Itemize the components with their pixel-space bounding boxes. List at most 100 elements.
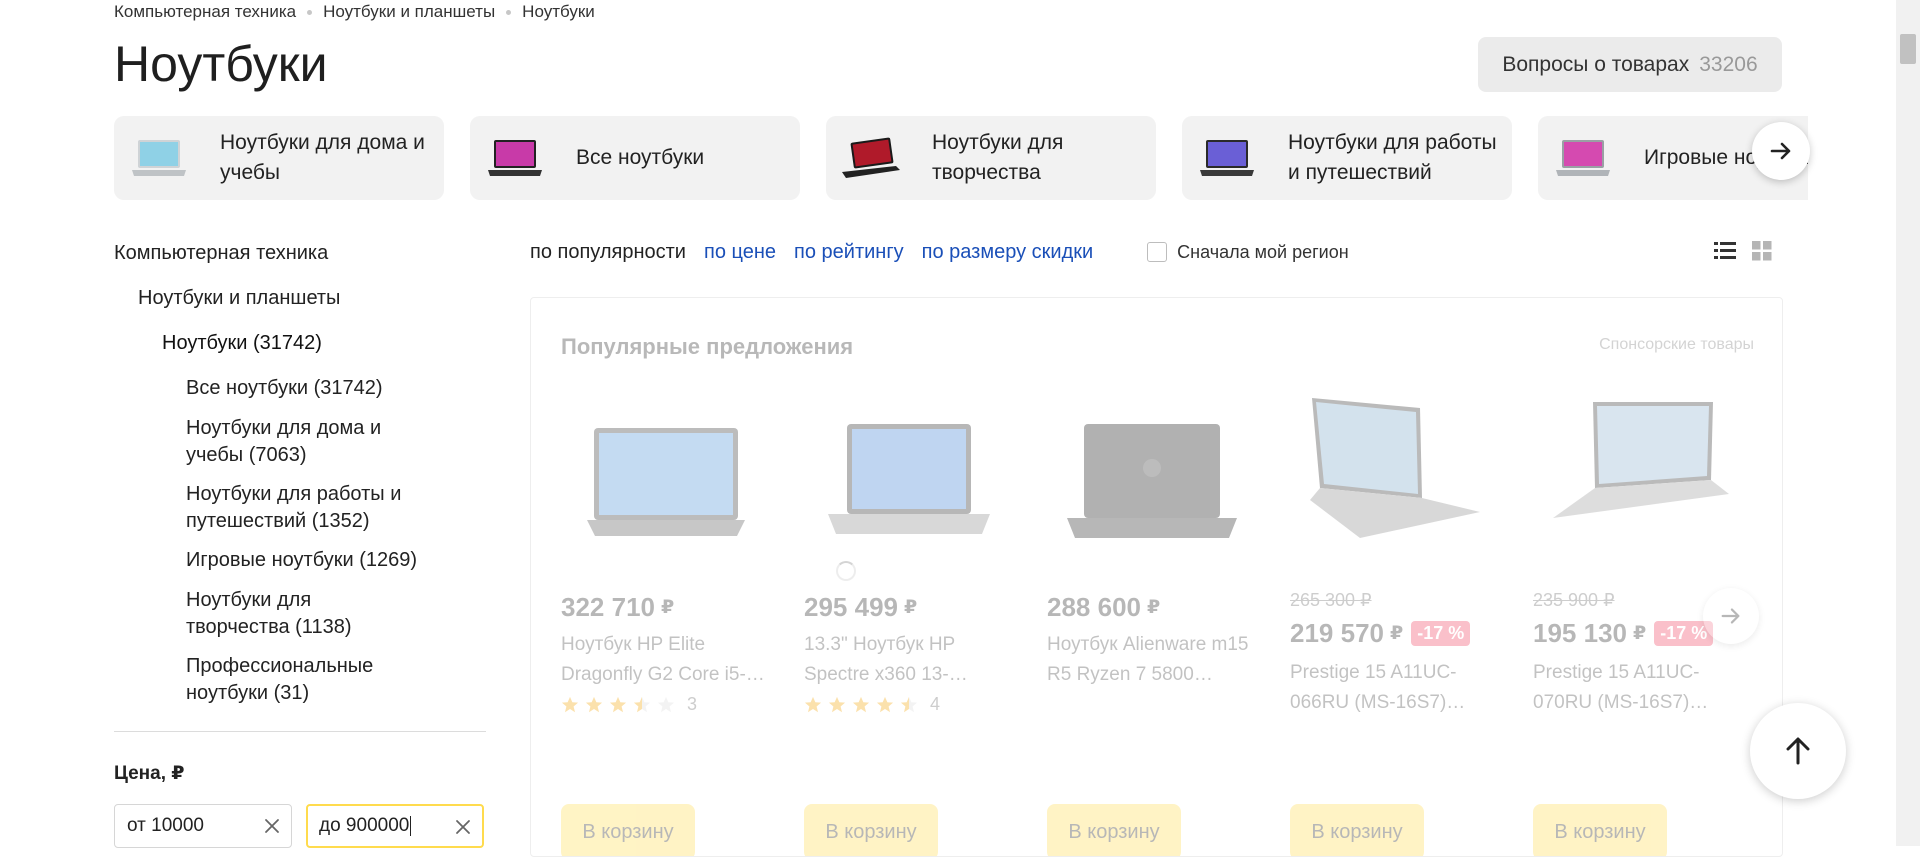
sidebar-category-link[interactable]: Ноутбуки для творчества (1138) [186,587,351,641]
list-view-icon[interactable] [1714,240,1736,262]
add-to-cart-button[interactable]: В корзину [1290,804,1424,856]
product-price: 295 499 ₽ [804,592,917,623]
product-price-value: 195 130 [1533,618,1627,648]
tiles-next-button[interactable] [1752,122,1810,180]
sidebar-category-link[interactable]: Ноутбуки для дома и учебы (7063) [186,415,381,469]
category-tile-label: Ноутбуки для работы и путешествий [1288,131,1497,184]
currency-sign: ₽ [1146,597,1161,618]
product-questions-button[interactable]: Вопросы о товарах 33206 [1478,37,1782,92]
add-to-cart-button[interactable]: В корзину [1533,804,1667,856]
scroll-to-top-button[interactable] [1750,703,1846,799]
product-card[interactable]: 295 499 ₽ 13.3" Ноутбук HP Spectre x360 1… [804,388,1024,856]
star-filled-icon [852,696,870,712]
sidebar-category-link[interactable]: Ноутбуки для работы и путешествий (1352) [186,481,401,535]
sidebar-category-line: Ноутбуки для работы и [186,483,402,505]
sort-bar: по популярности по цене по рейтингу по р… [530,237,1349,267]
clear-icon[interactable] [454,818,472,836]
sort-by-rating[interactable]: по рейтингу [794,241,904,264]
currency-sign: ₽ [903,597,918,618]
loading-spinner [836,561,856,581]
sidebar-category-link[interactable]: Игровые ноутбуки (1269) [186,547,417,574]
discount-badge: -17 % [1411,621,1471,646]
category-tile-text: Ноутбуки для творчества [932,131,1064,184]
product-questions-label: Вопросы о товарах [1502,52,1690,76]
arrow-right-icon [1721,608,1740,624]
add-to-cart-button[interactable]: В корзину [1047,804,1181,856]
add-to-cart-button[interactable]: В корзину [804,804,938,856]
sidebar-category-current[interactable]: Ноутбуки (31742) [162,330,322,357]
currency-sign: ₽ [1389,623,1404,644]
my-region-first-label: Сначала мой регион [1177,241,1349,262]
sidebar-category-link[interactable]: Все ноутбуки (31742) [186,375,383,402]
my-region-first-checkbox[interactable]: Сначала мой регион [1147,242,1349,263]
currency-sign: ₽ [660,597,675,618]
price-to-input[interactable]: до 900000 [306,804,484,848]
popular-offers-title: Популярные предложения [561,334,854,359]
category-tile-label: Ноутбуки для творчества [932,128,1156,188]
product-name[interactable]: 13.3" Ноутбук HP Spectre x360 13-… [804,630,1024,690]
product-name[interactable]: Ноутбук Alienware m15 R5 Ryzen 7 5800… [1047,630,1267,690]
sidebar-category-link[interactable]: Ноутбуки и планшеты [138,285,340,312]
sort-by-price[interactable]: по цене [704,241,776,264]
sidebar-category-link[interactable]: Компьютерная техника [114,240,328,267]
laptop-thumbnail [1200,140,1254,176]
sponsored-label: Спонсорские товары [1599,336,1754,353]
product-card[interactable]: 265 300 ₽ 219 570 ₽ -17 % Prestige 15 A11U… [1290,388,1510,856]
star-empty-icon [657,696,675,712]
star-filled-icon [876,696,894,712]
currency-sign: ₽ [1632,623,1647,644]
product-card[interactable]: 288 600 ₽ Ноутбук Alienware m15 R5 Ryzen … [1047,388,1267,856]
category-tile-label: Все ноутбуки [576,146,705,169]
sidebar-category-link[interactable]: Профессиональные ноутбуки (31) [186,653,373,707]
scrollbar-thumb[interactable] [1900,34,1916,64]
star-filled-icon [609,696,627,712]
breadcrumb: Компьютерная техника Ноутбуки и планшеты… [114,2,595,22]
sidebar-category-line: путешествий (1352) [186,510,370,532]
sort-by-popularity[interactable]: по популярности [530,241,686,264]
page-title: Ноутбуки [114,36,328,92]
product-image [1310,398,1480,538]
sort-by-discount[interactable]: по размеру скидки [922,241,1094,264]
price-from-value: от 10000 [127,815,204,836]
product-price: 195 130 ₽ -17 % [1533,618,1714,649]
price-from-input[interactable]: от 10000 [114,804,292,848]
breadcrumb-separator [506,9,512,15]
breadcrumb-item[interactable]: Компьютерная техника [114,2,296,22]
price-to-value: до 900000 [319,815,410,836]
product-old-price: 235 900 ₽ [1533,590,1615,610]
category-tiles: Ноутбуки для дома и учебы Все ноутбуки Н… [114,116,1808,200]
category-tile-label: Ноутбуки для дома и учебы [220,131,425,184]
product-name[interactable]: Prestige 15 A11UC-070RU (MS-16S7)… [1533,658,1753,718]
product-card[interactable]: 322 710 ₽ Ноутбук HP Elite Dragonfly G2 C… [561,388,781,856]
product-rating: 4 [804,694,940,715]
sidebar-category-line: Ноутбуки для дома и [186,417,382,439]
product-price: 288 600 ₽ [1047,592,1160,623]
breadcrumb-item[interactable]: Ноутбуки [522,2,595,22]
category-tile[interactable]: Все ноутбуки [470,116,800,200]
popular-offers-content: Популярные предложения Спонсорские товар… [531,298,1782,856]
product-image [1553,402,1729,518]
text-cursor [410,816,412,836]
offers-next-button[interactable] [1703,588,1759,644]
product-name[interactable]: Ноутбук HP Elite Dragonfly G2 Core i5-… [561,630,781,690]
product-image [828,424,990,534]
category-tile[interactable]: Ноутбуки для работы и путешествий [1182,116,1512,200]
star-filled-icon [804,696,822,712]
grid-view-icon[interactable] [1752,241,1772,261]
review-count: 3 [687,694,698,714]
category-tile[interactable]: Ноутбуки для творчества [826,116,1156,200]
product-questions-count: 33206 [1699,52,1758,76]
product-rating: 3 [561,694,697,715]
laptop-thumbnail [1556,140,1610,176]
checkbox-box[interactable] [1147,242,1168,262]
clear-icon[interactable] [263,817,281,835]
add-to-cart-button[interactable]: В корзину [561,804,695,856]
product-old-price: 265 300 ₽ [1290,590,1372,610]
product-name[interactable]: Prestige 15 A11UC-066RU (MS-16S7)… [1290,658,1510,718]
category-tile[interactable]: Ноутбуки для дома и учебы [114,116,444,200]
review-count: 4 [930,694,941,714]
breadcrumb-item[interactable]: Ноутбуки и планшеты [323,2,495,22]
arrow-right-icon [1770,142,1791,160]
page-scrollbar[interactable] [1896,0,1920,846]
star-filled-icon [561,696,579,712]
